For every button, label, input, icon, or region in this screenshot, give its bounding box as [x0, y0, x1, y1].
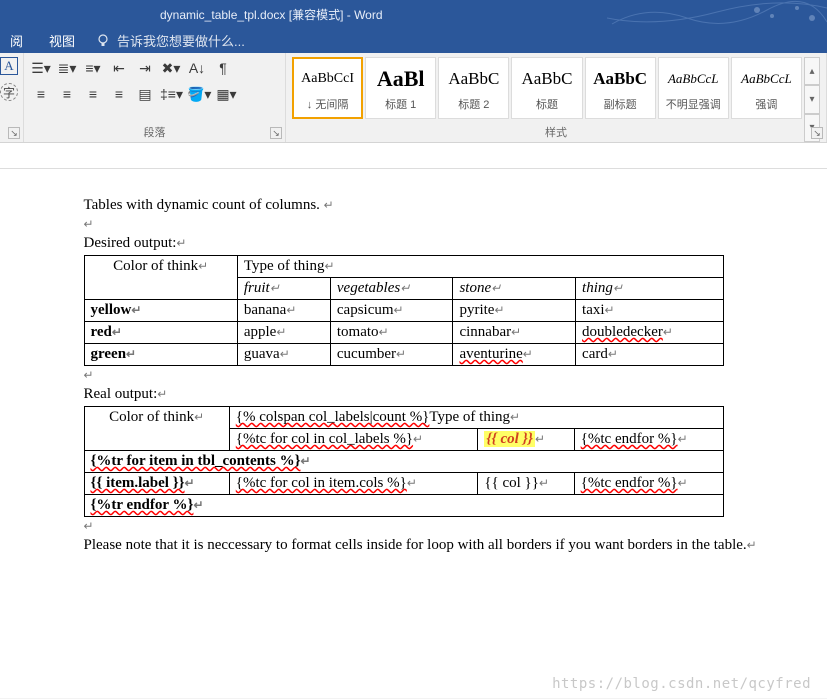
td: cucumber↵: [330, 344, 453, 366]
style-item-subtle-emph[interactable]: AaBbCcL 不明显强调: [658, 57, 729, 119]
th-sub: fruit↵: [237, 278, 330, 300]
table-row: {%tr for item in tbl_contents %}↵: [84, 451, 723, 473]
document-area: Tables with dynamic count of columns. ↵ …: [0, 143, 827, 698]
th-type: {% colspan col_labels|count %}Type of th…: [229, 407, 723, 429]
paragraph-group-label: 段落: [24, 124, 285, 140]
group-font-fragment: A 字 ↘: [0, 53, 24, 142]
table-row: green↵ guava↵ cucumber↵ aventurine↵ card…: [84, 344, 723, 366]
td: pyrite↵: [453, 300, 576, 322]
enclose-char-icon[interactable]: 字: [0, 83, 18, 101]
sort-icon[interactable]: A↓: [186, 57, 208, 79]
th-sub: thing↵: [576, 278, 723, 300]
td: {%tc for col in item.cols %}↵: [229, 473, 478, 495]
td-trend: {%tr endfor %}↵: [84, 495, 723, 517]
indent-right-icon[interactable]: ⇥: [134, 57, 156, 79]
styles-launcher-icon[interactable]: ↘: [811, 127, 823, 139]
th-color: Color of think↵: [84, 407, 229, 451]
align-right-icon[interactable]: ≡: [82, 83, 104, 105]
doc-blank: ↵: [84, 217, 768, 232]
titlebar: dynamic_table_tpl.docx [兼容模式] - Word: [0, 0, 827, 28]
table-real: Color of think↵ {% colspan col_labels|co…: [84, 406, 724, 517]
td-label: green↵: [84, 344, 237, 366]
td: card↵: [576, 344, 723, 366]
distribute-icon[interactable]: ▤: [134, 83, 156, 105]
td: {{ col }}↵: [478, 429, 574, 451]
window-title: dynamic_table_tpl.docx [兼容模式] - Word: [160, 6, 383, 23]
td: apple↵: [237, 322, 330, 344]
numbering-icon[interactable]: ≣▾: [56, 57, 78, 79]
lightbulb-icon: [95, 33, 111, 49]
justify-icon[interactable]: ≡: [108, 83, 130, 105]
multilevel-icon[interactable]: ≡▾: [82, 57, 104, 79]
gallery-up-icon[interactable]: ▴: [804, 57, 820, 85]
td: cinnabar↵: [453, 322, 576, 344]
table-row: red↵ apple↵ tomato↵ cinnabar↵ doubledeck…: [84, 322, 723, 344]
indent-left-icon[interactable]: ⇤: [108, 57, 130, 79]
table-desired: Color of think↵ Type of thing↵ fruit↵ ve…: [84, 255, 724, 366]
td: aventurine↵: [453, 344, 576, 366]
table-row: Color of think↵ {% colspan col_labels|co…: [84, 407, 723, 429]
table-row: Color of think↵ Type of thing↵: [84, 256, 723, 278]
td-trfor: {%tr for item in tbl_contents %}↵: [84, 451, 723, 473]
tab-review[interactable]: 阅: [4, 29, 29, 52]
borders-icon[interactable]: ▦▾: [215, 83, 237, 105]
tell-me-label: 告诉我您想要做什么...: [117, 31, 245, 50]
th-sub: vegetables↵: [330, 278, 453, 300]
style-item-emphasis[interactable]: AaBbCcL 强调: [731, 57, 802, 119]
doc-note: Please note that it is neccessary to for…: [84, 537, 768, 554]
table-row: yellow↵ banana↵ capsicum↵ pyrite↵ taxi↵: [84, 300, 723, 322]
doc-heading-real: Real output:↵: [84, 386, 768, 403]
align-center-icon[interactable]: ≡: [56, 83, 78, 105]
doc-heading-desired: Desired output:↵: [84, 235, 768, 252]
group-paragraph: ☰︎▾ ≣▾ ≡▾ ⇤ ⇥ ✖▾ A↓ ¶ ≡ ≡ ≡ ≡ ▤ ‡≡▾ 🪣▾ ▦…: [24, 53, 286, 142]
td: banana↵: [237, 300, 330, 322]
style-item-nospacing[interactable]: AaBbCcI ↓ 无间隔: [292, 57, 363, 119]
td: tomato↵: [330, 322, 453, 344]
show-marks-icon[interactable]: ¶: [212, 57, 234, 79]
group-styles: AaBbCcI ↓ 无间隔 AaBl 标题 1 AaBbC 标题 2 AaBbC…: [286, 53, 827, 142]
td: {%tc endfor %}↵: [574, 473, 723, 495]
ruler[interactable]: [0, 153, 827, 169]
doc-blank: ↵: [84, 368, 768, 383]
line-spacing-icon[interactable]: ‡≡▾: [160, 83, 183, 105]
td: taxi↵: [576, 300, 723, 322]
font-launcher-icon[interactable]: ↘: [8, 127, 20, 139]
td-itemlabel: {{ item.label }}↵: [84, 473, 229, 495]
shading-icon[interactable]: 🪣▾: [187, 83, 211, 105]
doc-blank: ↵: [84, 519, 768, 534]
td: capsicum↵: [330, 300, 453, 322]
tab-view[interactable]: 视图: [43, 29, 81, 52]
th-color: Color of think↵: [84, 256, 237, 300]
char-border-icon[interactable]: A: [0, 57, 18, 75]
styles-group-label: 样式: [286, 124, 826, 140]
table-row: {{ item.label }}↵ {%tc for col in item.c…: [84, 473, 723, 495]
td: doubledecker↵: [576, 322, 723, 344]
td: {%tc for col in col_labels %}↵: [229, 429, 478, 451]
style-item-heading2[interactable]: AaBbC 标题 2: [438, 57, 509, 119]
td-label: red↵: [84, 322, 237, 344]
style-item-heading1[interactable]: AaBl 标题 1: [365, 57, 436, 119]
align-left-icon[interactable]: ≡: [30, 83, 52, 105]
th-sub: stone↵: [453, 278, 576, 300]
watermark: https://blog.csdn.net/qcyfred: [552, 676, 811, 692]
tell-me[interactable]: 告诉我您想要做什么...: [95, 31, 245, 50]
ribbon: A 字 ↘ ☰︎▾ ≣▾ ≡▾ ⇤ ⇥ ✖▾ A↓ ¶ ≡ ≡ ≡ ≡ ▤ ‡≡…: [0, 53, 827, 143]
doc-line: Tables with dynamic count of columns. ↵: [84, 197, 768, 214]
td: guava↵: [237, 344, 330, 366]
style-item-subtitle[interactable]: AaBbC 副标题: [585, 57, 656, 119]
th-type: Type of thing↵: [237, 256, 723, 278]
menubar: 阅 视图 告诉我您想要做什么...: [0, 28, 827, 53]
bullets-icon[interactable]: ☰︎▾: [30, 57, 52, 79]
titlebar-decoration: [607, 0, 827, 28]
td: {%tc endfor %}↵: [574, 429, 723, 451]
td-label: yellow↵: [84, 300, 237, 322]
table-row: {%tr endfor %}↵: [84, 495, 723, 517]
td: {{ col }}↵: [478, 473, 574, 495]
gallery-down-icon[interactable]: ▾: [804, 85, 820, 113]
paragraph-launcher-icon[interactable]: ↘: [270, 127, 282, 139]
page[interactable]: Tables with dynamic count of columns. ↵ …: [34, 175, 794, 583]
asian-layout-icon[interactable]: ✖▾: [160, 57, 182, 79]
style-item-title[interactable]: AaBbC 标题: [511, 57, 582, 119]
